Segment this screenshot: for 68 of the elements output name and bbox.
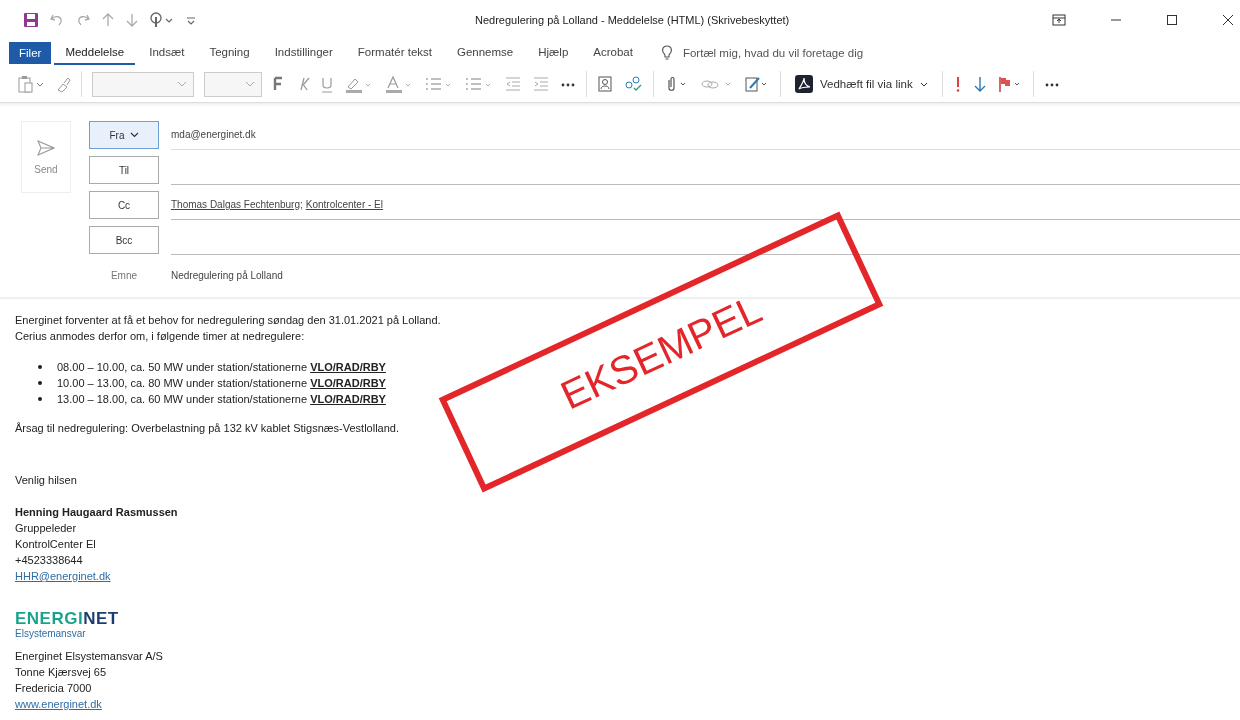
underline-icon[interactable]: [320, 75, 334, 93]
low-importance-icon[interactable]: [972, 75, 987, 93]
bullet-icon: [38, 365, 42, 369]
signature-line: +4523338644: [15, 553, 83, 568]
touch-mode-icon[interactable]: [149, 12, 175, 28]
arrow-up-icon[interactable]: [101, 12, 115, 28]
arrow-down-icon[interactable]: [125, 12, 139, 28]
closing-text: Venlig hilsen: [15, 473, 77, 488]
bullet-icon: [38, 397, 42, 401]
save-icon[interactable]: [23, 12, 39, 28]
to-button[interactable]: Til: [89, 156, 159, 184]
signature-name: Henning Haugaard Rasmussen: [15, 505, 178, 520]
file-menu-button[interactable]: Filer: [9, 42, 52, 64]
bcc-button[interactable]: Bcc: [89, 226, 159, 254]
list-item-text: 08.00 – 10.00, ca. 50 MW under station/stationerne VLO/RAD/RBY: [57, 360, 386, 375]
from-button[interactable]: Fra: [89, 121, 159, 149]
caret-icon: [919, 81, 928, 87]
maximize-icon[interactable]: [1166, 14, 1178, 26]
ribbon-tab[interactable]: Indstillinger: [263, 41, 344, 65]
ribbon-tab[interactable]: Hjælp: [527, 41, 580, 65]
send-button[interactable]: Send: [21, 121, 71, 193]
signature-line: Gruppeleder: [15, 521, 77, 536]
cc-field[interactable]: Thomas Dalgas Fechtenburg; Kontrolcenter - El: [171, 190, 1240, 220]
attach-link-button[interactable]: Vedhæft fil via link: [791, 75, 932, 93]
chevron-down-icon: [177, 81, 187, 87]
company-line: Fredericia 7000: [15, 681, 92, 696]
company-line: Tonne Kjærsvej 65: [15, 665, 107, 680]
increase-indent-icon[interactable]: [532, 75, 550, 93]
address-book-icon[interactable]: [597, 75, 613, 93]
email-link[interactable]: HHR@energinet.dk: [15, 570, 111, 582]
lightbulb-icon: [660, 45, 673, 61]
acrobat-icon: [795, 75, 813, 93]
list-item-text: 13.00 – 18.00, ca. 60 MW under station/stationerne VLO/RAD/RBY: [57, 392, 386, 407]
body-text: Årsag til nedregulering: Overbelastning på 132 kV kablet Stigsnæs-Vestlolland.: [15, 421, 399, 436]
separator: ;: [299, 199, 303, 210]
recipient-link[interactable]: Thomas Dalgas Fechtenburg: [171, 199, 300, 210]
company-line: Energinet Elsystemansvar A/S: [15, 649, 163, 664]
recipient-link[interactable]: Kontrolcenter - El: [305, 199, 383, 210]
redo-icon[interactable]: [75, 12, 91, 28]
decrease-indent-icon[interactable]: [504, 75, 522, 93]
paste-icon[interactable]: [17, 75, 45, 93]
window-title: Nedregulering på Lolland - Meddelelse (HTML) (Skrivebeskyttet): [474, 14, 791, 26]
undo-icon[interactable]: [49, 12, 65, 28]
body-text: Cerius anmodes derfor om, i følgende timer at nedregulere:: [15, 329, 305, 344]
ribbon-tab[interactable]: Meddelelse: [54, 41, 136, 65]
ribbon-tab[interactable]: Indsæt: [138, 41, 196, 65]
font-size-dropdown[interactable]: [204, 71, 262, 97]
logo-tagline: Elsystemansvar: [15, 628, 87, 640]
cc-button[interactable]: Cc: [89, 191, 159, 219]
ribbon-tab[interactable]: Gennemse: [446, 41, 525, 65]
check-names-icon[interactable]: [623, 75, 643, 93]
body-text: Energinet forventer at få et behov for nedregulering søndag den 31.01.2021 på Lolland.: [15, 313, 441, 328]
ribbon-tab[interactable]: Formatér tekst: [346, 41, 443, 65]
ribbon-tab[interactable]: Acrobat: [582, 41, 644, 65]
chevron-down-icon: [129, 132, 139, 138]
tell-me-field[interactable]: Fortæl mig, hvad du vil foretage dig: [682, 47, 864, 59]
format-painter-icon[interactable]: [55, 75, 71, 93]
chevron-down-icon: [245, 81, 255, 87]
send-icon: [37, 139, 55, 156]
list-item-text: 10.00 – 13.00, ca. 80 MW under station/stationerne VLO/RAD/RBY: [57, 376, 386, 391]
close-icon[interactable]: [1222, 14, 1234, 26]
font-name-dropdown[interactable]: [92, 71, 194, 97]
from-field[interactable]: mda@energinet.dk: [171, 120, 1240, 150]
ribbon-tab[interactable]: Tegning: [198, 41, 261, 65]
website-link[interactable]: www.energinet.dk: [15, 698, 102, 710]
ribbon-display-icon[interactable]: [1052, 14, 1066, 26]
signature-line: KontrolCenter El: [15, 537, 96, 552]
bullet-icon: [38, 381, 42, 385]
